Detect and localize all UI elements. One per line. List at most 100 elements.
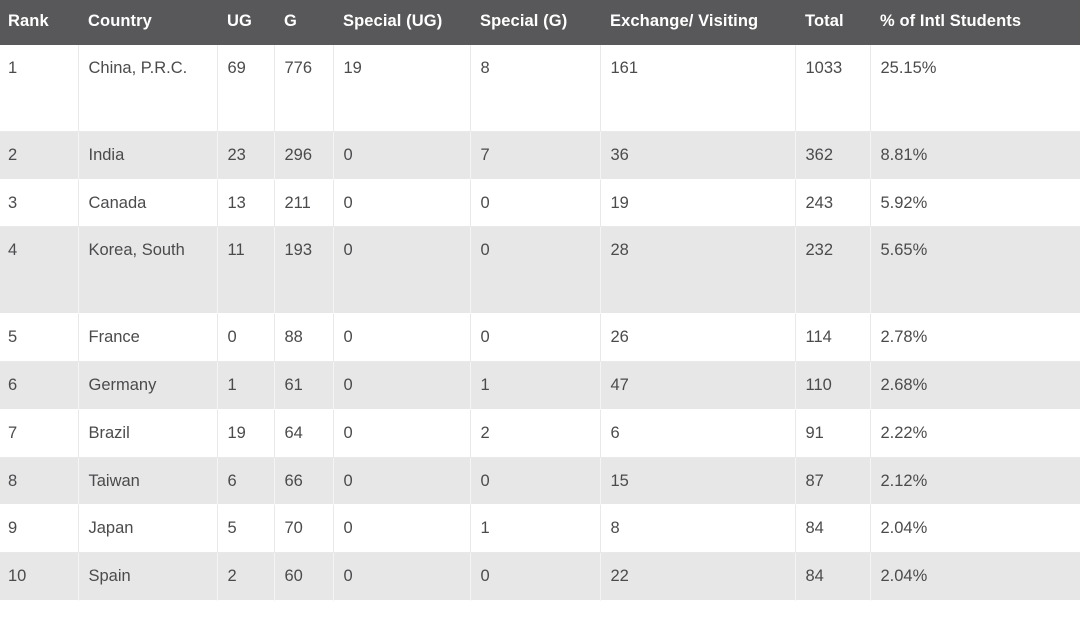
- cell-pct: 2.78%: [870, 313, 1080, 362]
- cell-country: Germany: [78, 361, 218, 410]
- cell-pct: 5.65%: [870, 226, 1080, 314]
- international-students-by-country-table: Rank Country UG G Special (UG) Special (G) Exc…: [0, 0, 1080, 601]
- table-row: 8 Taiwan 6 66 0 0 15 87 2.12%: [0, 457, 1080, 505]
- cell-rank: 7: [0, 409, 79, 458]
- cell-country: France: [78, 313, 218, 362]
- column-header-sg: Special (G): [470, 0, 600, 45]
- cell-sug: 0: [333, 552, 471, 601]
- cell-g: 60: [274, 552, 334, 601]
- cell-sug: 0: [333, 361, 471, 410]
- cell-pct: 2.04%: [870, 552, 1080, 601]
- cell-g: 70: [274, 504, 334, 553]
- cell-g: 66: [274, 457, 334, 505]
- cell-ug: 6: [217, 457, 275, 505]
- cell-total: 232: [795, 226, 871, 314]
- cell-sg: 8: [470, 44, 601, 132]
- table-header-row: Rank Country UG G Special (UG) Special (G) Exc…: [0, 0, 1080, 45]
- cell-country: Taiwan: [78, 457, 218, 505]
- cell-total: 362: [795, 131, 871, 180]
- column-header-country: Country: [78, 0, 217, 45]
- cell-sug: 0: [333, 226, 471, 314]
- column-header-pct: % of Intl Students: [870, 0, 1080, 45]
- cell-pct: 5.92%: [870, 179, 1080, 227]
- column-header-sug: Special (UG): [333, 0, 470, 45]
- cell-rank: 4: [0, 226, 79, 314]
- cell-g: 211: [274, 179, 334, 227]
- cell-sg: 0: [470, 552, 601, 601]
- column-header-exchange: Exchange/ Visiting: [600, 0, 795, 45]
- cell-sg: 1: [470, 361, 601, 410]
- cell-sug: 0: [333, 409, 471, 458]
- cell-sug: 19: [333, 44, 471, 132]
- cell-sug: 0: [333, 131, 471, 180]
- cell-sg: 0: [470, 457, 601, 505]
- table-row: 4 Korea, South 11 193 0 0 28 232 5.65%: [0, 226, 1080, 314]
- cell-ug: 19: [217, 409, 275, 458]
- cell-sg: 0: [470, 226, 601, 314]
- cell-country: Brazil: [78, 409, 218, 458]
- cell-pct: 2.04%: [870, 504, 1080, 553]
- column-header-total: Total: [795, 0, 870, 45]
- cell-rank: 6: [0, 361, 79, 410]
- cell-ug: 2: [217, 552, 275, 601]
- cell-total: 243: [795, 179, 871, 227]
- cell-pct: 2.12%: [870, 457, 1080, 505]
- cell-total: 84: [795, 504, 871, 553]
- cell-sug: 0: [333, 179, 471, 227]
- cell-country: Japan: [78, 504, 218, 553]
- cell-sg: 7: [470, 131, 601, 180]
- cell-exchange: 15: [600, 457, 796, 505]
- table-row: 7 Brazil 19 64 0 2 6 91 2.22%: [0, 409, 1080, 458]
- cell-sug: 0: [333, 504, 471, 553]
- cell-exchange: 22: [600, 552, 796, 601]
- table-row: 3 Canada 13 211 0 0 19 243 5.92%: [0, 179, 1080, 227]
- cell-country: India: [78, 131, 218, 180]
- cell-ug: 23: [217, 131, 275, 180]
- table-row: 1 China, P.R.C. 69 776 19 8 161 1033 25.15%: [0, 44, 1080, 132]
- cell-g: 64: [274, 409, 334, 458]
- table-body: 1 China, P.R.C. 69 776 19 8 161 1033 25.15% 2 Indi…: [0, 44, 1080, 601]
- cell-country: Spain: [78, 552, 218, 601]
- cell-total: 110: [795, 361, 871, 410]
- cell-rank: 5: [0, 313, 79, 362]
- cell-total: 114: [795, 313, 871, 362]
- cell-ug: 69: [217, 44, 275, 132]
- cell-sg: 0: [470, 179, 601, 227]
- cell-sg: 2: [470, 409, 601, 458]
- cell-ug: 0: [217, 313, 275, 362]
- cell-g: 193: [274, 226, 334, 314]
- cell-total: 84: [795, 552, 871, 601]
- cell-pct: 2.68%: [870, 361, 1080, 410]
- cell-rank: 9: [0, 504, 79, 553]
- cell-ug: 11: [217, 226, 275, 314]
- cell-country: Canada: [78, 179, 218, 227]
- column-header-g: G: [274, 0, 333, 45]
- cell-rank: 10: [0, 552, 79, 601]
- cell-country: Korea, South: [78, 226, 218, 314]
- cell-sg: 1: [470, 504, 601, 553]
- cell-exchange: 36: [600, 131, 796, 180]
- cell-sug: 0: [333, 313, 471, 362]
- cell-rank: 1: [0, 44, 79, 132]
- cell-pct: 25.15%: [870, 44, 1080, 132]
- table-row: 2 India 23 296 0 7 36 362 8.81%: [0, 131, 1080, 180]
- cell-rank: 3: [0, 179, 79, 227]
- cell-country: China, P.R.C.: [78, 44, 218, 132]
- cell-exchange: 28: [600, 226, 796, 314]
- cell-sg: 0: [470, 313, 601, 362]
- cell-g: 296: [274, 131, 334, 180]
- table-row: 6 Germany 1 61 0 1 47 110 2.68%: [0, 361, 1080, 410]
- cell-exchange: 161: [600, 44, 796, 132]
- cell-total: 87: [795, 457, 871, 505]
- table-header: Rank Country UG G Special (UG) Special (G) Exc…: [0, 0, 1080, 45]
- cell-exchange: 8: [600, 504, 796, 553]
- cell-pct: 2.22%: [870, 409, 1080, 458]
- cell-ug: 5: [217, 504, 275, 553]
- table-row: 10 Spain 2 60 0 0 22 84 2.04%: [0, 552, 1080, 601]
- cell-rank: 8: [0, 457, 79, 505]
- column-header-ug: UG: [217, 0, 274, 45]
- cell-ug: 13: [217, 179, 275, 227]
- cell-exchange: 6: [600, 409, 796, 458]
- cell-total: 91: [795, 409, 871, 458]
- cell-exchange: 19: [600, 179, 796, 227]
